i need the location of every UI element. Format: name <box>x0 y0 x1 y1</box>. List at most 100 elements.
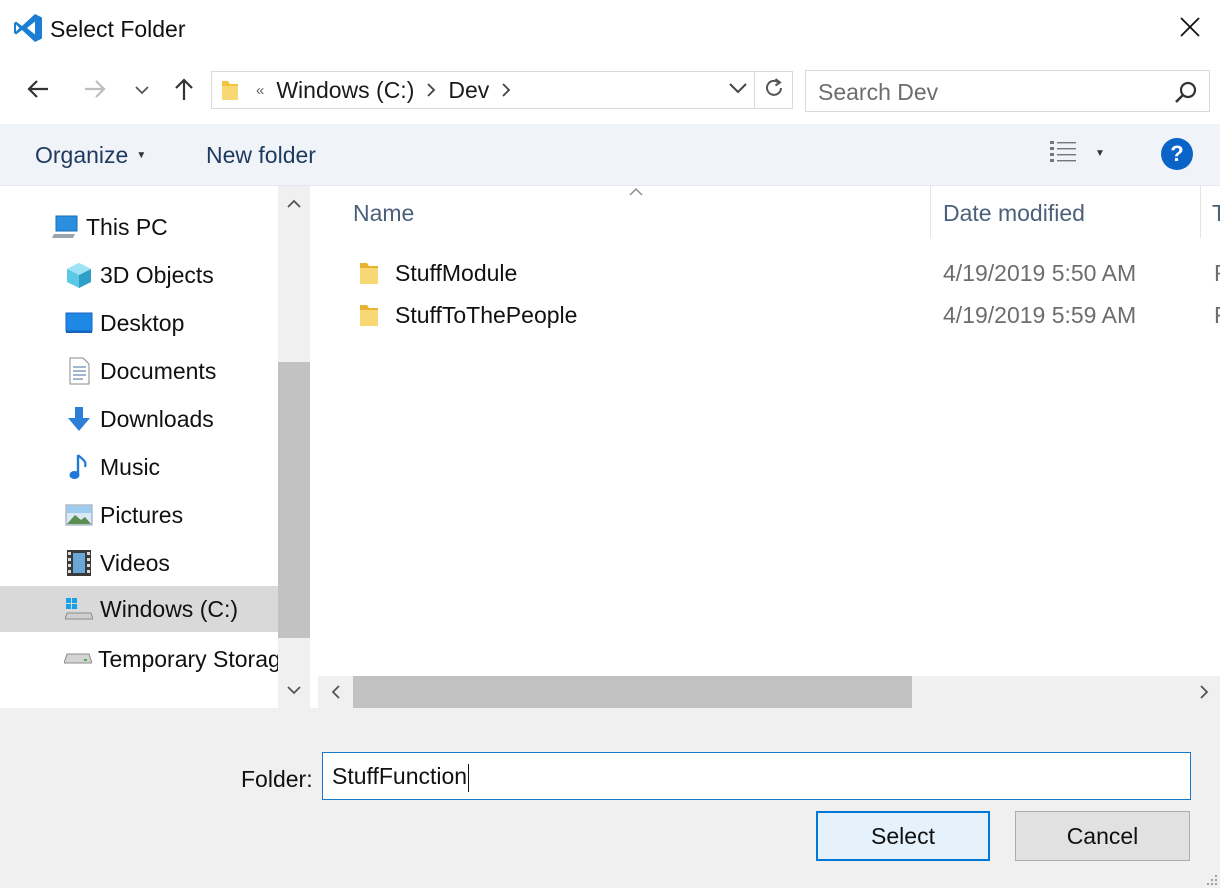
search-box[interactable] <box>805 70 1210 112</box>
scroll-up-icon[interactable] <box>284 194 304 214</box>
up-button[interactable] <box>167 70 201 112</box>
breadcrumb-overflow[interactable]: « <box>256 82 264 99</box>
pane-divider[interactable] <box>310 186 318 708</box>
file-name: StuffModule <box>395 260 518 286</box>
folder-icon <box>358 302 380 328</box>
table-row[interactable]: StuffToThePeople 4/19/2019 5:59 AM F <box>352 295 1220 335</box>
sidebar-item-label: 3D Objects <box>100 261 214 288</box>
music-icon <box>64 452 94 482</box>
sidebar-item-label: Windows (C:) <box>100 595 239 622</box>
cancel-button[interactable]: Cancel <box>1015 811 1190 861</box>
caret-down-icon: ▼ <box>136 150 147 161</box>
folder-name-input[interactable]: StuffFunction <box>322 752 1191 800</box>
document-icon <box>64 356 94 386</box>
resize-grip-icon[interactable] <box>1204 872 1218 886</box>
text-cursor <box>468 763 470 792</box>
column-header-type[interactable]: T <box>1212 200 1220 227</box>
computer-icon <box>50 212 80 242</box>
sidebar-item-downloads[interactable]: Downloads <box>0 396 278 442</box>
folder-icon <box>358 260 380 286</box>
refresh-button[interactable] <box>755 71 793 109</box>
table-row[interactable]: StuffModule 4/19/2019 5:50 AM F <box>352 253 1220 293</box>
chevron-right-icon[interactable] <box>501 83 511 97</box>
pictures-icon <box>64 500 94 530</box>
forward-arrow-icon <box>83 79 107 104</box>
sidebar-item-desktop[interactable]: Desktop <box>0 300 278 346</box>
file-date-modified: 4/19/2019 5:59 AM <box>943 302 1137 328</box>
sidebar-item-label: Downloads <box>100 405 214 432</box>
help-button[interactable]: ? <box>1161 138 1193 170</box>
file-date-modified: 4/19/2019 5:50 AM <box>943 260 1137 286</box>
organize-label: Organize <box>35 142 129 168</box>
drive-icon <box>64 644 92 674</box>
sidebar-item-label: Temporary Storag <box>98 645 278 672</box>
column-header-name[interactable]: Name <box>353 200 414 227</box>
new-folder-button[interactable]: New folder <box>206 142 316 169</box>
file-type: F <box>1214 260 1220 287</box>
refresh-icon <box>763 77 785 104</box>
organize-menu[interactable]: Organize ▼ <box>35 142 146 169</box>
desktop-icon <box>64 308 94 338</box>
close-button[interactable] <box>1160 0 1220 58</box>
command-bar: Organize ▼ New folder ▼ ? <box>0 124 1220 186</box>
folder-label: Folder: <box>241 766 313 792</box>
sidebar-item-3d-objects[interactable]: 3D Objects <box>0 252 278 298</box>
sidebar-item-label: Desktop <box>100 309 185 336</box>
sidebar-item-label: Pictures <box>100 501 184 528</box>
horizontal-scroll-thumb[interactable] <box>353 676 912 708</box>
back-arrow-icon <box>26 79 50 104</box>
address-bar[interactable]: « Windows (C:) Dev <box>211 71 755 109</box>
select-button[interactable]: Select <box>816 811 990 861</box>
folder-icon <box>220 77 242 103</box>
sidebar-item-documents[interactable]: Documents <box>0 348 278 394</box>
column-header-date-modified[interactable]: Date modified <box>943 200 1085 227</box>
folder-name-text: StuffFunction <box>332 763 468 789</box>
search-input[interactable] <box>818 79 1158 105</box>
folder-name-value: StuffFunction <box>332 763 470 792</box>
vscode-icon <box>12 12 44 44</box>
sidebar-item-label: Documents <box>100 357 217 384</box>
address-dropdown-button[interactable] <box>726 78 750 102</box>
scroll-right-icon[interactable] <box>1194 682 1214 702</box>
sidebar-item-label: Music <box>100 453 161 480</box>
sort-ascending-icon <box>628 186 644 196</box>
search-icon[interactable] <box>1173 79 1199 105</box>
sidebar-item-pictures[interactable]: Pictures <box>0 492 278 538</box>
navigation-pane-scrollbar[interactable] <box>278 186 310 708</box>
sidebar-item-label: This PC <box>86 213 168 240</box>
file-list-horizontal-scrollbar[interactable] <box>318 676 1220 708</box>
sidebar-item-windows-c[interactable]: Windows (C:) <box>0 586 278 632</box>
cube-icon <box>64 260 94 290</box>
sidebar-item-this-pc[interactable]: This PC <box>0 204 278 250</box>
details-view-icon <box>1049 139 1077 170</box>
dialog-footer: Folder: StuffFunction Select Cancel <box>0 708 1220 888</box>
download-icon <box>64 404 94 434</box>
navigation-bar: « Windows (C:) Dev <box>0 58 1220 124</box>
back-button[interactable] <box>21 70 55 112</box>
chevron-down-icon <box>729 81 747 99</box>
forward-button[interactable] <box>78 70 112 112</box>
recent-locations-button[interactable] <box>127 70 157 112</box>
up-arrow-icon <box>174 77 194 106</box>
sidebar-item-label: Videos <box>100 549 170 576</box>
column-divider[interactable] <box>930 186 931 238</box>
chevron-down-icon <box>135 82 149 100</box>
new-folder-label: New folder <box>206 142 316 168</box>
file-name: StuffToThePeople <box>395 302 578 328</box>
breadcrumb-dev[interactable]: Dev <box>448 77 489 104</box>
scroll-left-icon[interactable] <box>326 682 346 702</box>
windows-drive-icon <box>64 594 94 624</box>
column-divider[interactable] <box>1200 186 1201 238</box>
breadcrumb-windows-c[interactable]: Windows (C:) <box>276 77 414 104</box>
change-view-button[interactable] <box>1048 140 1078 168</box>
file-type: F <box>1214 302 1220 329</box>
scroll-down-icon[interactable] <box>284 680 304 700</box>
videos-icon <box>64 548 94 578</box>
chevron-right-icon[interactable] <box>426 83 436 97</box>
sidebar-item-music[interactable]: Music <box>0 444 278 490</box>
sidebar-item-temporary-storage[interactable]: Temporary Storag <box>0 636 278 682</box>
view-options-dropdown[interactable]: ▼ <box>1092 144 1108 162</box>
vertical-scroll-thumb[interactable] <box>278 362 310 638</box>
navigation-pane: This PC 3D Objects Desktop Documents Dow… <box>0 186 278 708</box>
sidebar-item-videos[interactable]: Videos <box>0 540 278 586</box>
